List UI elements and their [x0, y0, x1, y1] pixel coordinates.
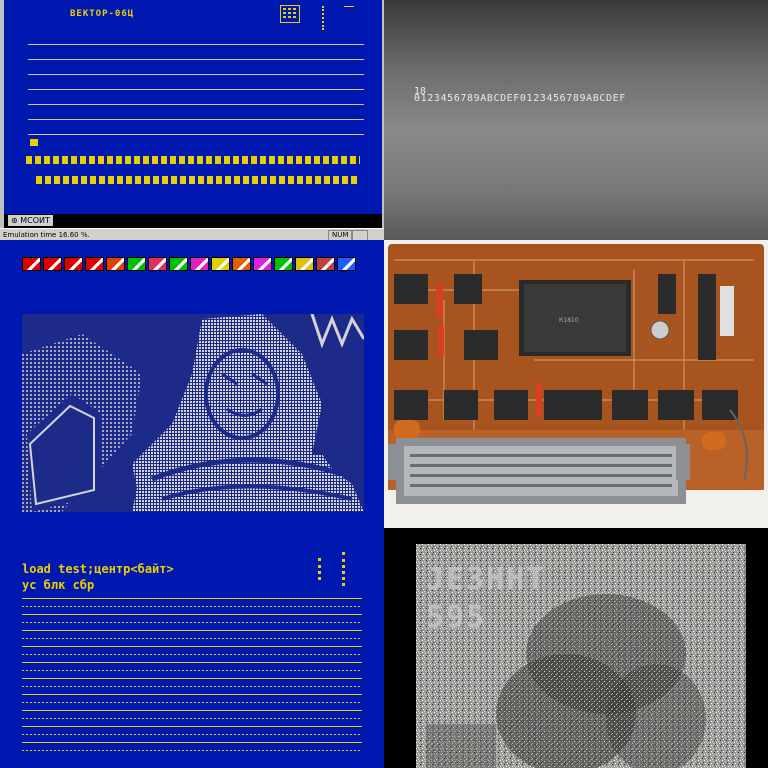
caption-number: 595 [426, 600, 487, 635]
status-pane [352, 230, 368, 240]
corner-mark [344, 6, 354, 7]
command-options: ус блк сбр [22, 578, 95, 592]
progress-bar [36, 176, 360, 184]
noisy-screen: JE3HHT 595 [384, 528, 768, 768]
paint-icon[interactable] [106, 257, 125, 271]
taskbar-logo[interactable]: ⊛ МСОИТ [8, 215, 53, 226]
emulator-screen: ВЕКТОР-06Ц [4, 0, 382, 214]
disk-icon[interactable] [316, 257, 335, 271]
ellipse-icon[interactable] [190, 257, 209, 271]
palette-icon[interactable] [148, 257, 167, 271]
blank-icon[interactable] [337, 257, 356, 271]
command-line: load test;центр<байт> [22, 562, 174, 576]
taskbar-logo-label: МСОИТ [20, 216, 50, 225]
crt-line-2: 0123456789ABCDEF0123456789ABCDEF [414, 93, 626, 104]
editor-canvas[interactable] [22, 314, 364, 512]
emulator-window: ВЕКТОР-06Ц ⊛ МСОИТ Emulation time 16.60 … [0, 0, 384, 240]
noisy-photo: JE3HHT 595 [416, 544, 746, 768]
side-indicator [342, 552, 351, 586]
ruled-lines [28, 44, 364, 149]
screen-icon[interactable] [43, 257, 62, 271]
text-terminal: load test;центр<байт> ус блк сбр [0, 528, 384, 768]
window-icon[interactable] [169, 257, 188, 271]
taskbar [4, 214, 382, 228]
ruled-lines [22, 598, 362, 758]
pcb-photo: К1810 [384, 240, 768, 528]
disc-icon: ⊛ [11, 216, 18, 225]
caption-top: JE3HHT [426, 562, 547, 597]
graphics-editor [0, 240, 384, 528]
crt-screen: 18 0123456789ABCDEF0123456789ABCDEF [384, 0, 768, 240]
text-cursor [30, 139, 38, 146]
xy-icon[interactable] [274, 257, 293, 271]
screen-icon[interactable] [85, 257, 104, 271]
side-indicator [318, 558, 327, 580]
status-bar: Emulation time 16.60 %. NUM [0, 228, 384, 240]
grid-icon [280, 5, 300, 23]
circuit-board-image: К1810 [388, 244, 764, 504]
screen-title: ВЕКТОР-06Ц [70, 9, 135, 19]
screen-icon[interactable] [64, 257, 83, 271]
side-indicator [322, 6, 332, 30]
num-lock-indicator: NUM [328, 230, 353, 240]
magnifier-icon[interactable] [211, 257, 230, 271]
pencil-icon[interactable] [127, 257, 146, 271]
ab-icon[interactable] [295, 257, 314, 271]
editor-toolbar [22, 257, 356, 273]
progress-bar [26, 156, 360, 164]
status-text: Emulation time 16.60 %. [3, 231, 90, 239]
brush-icon[interactable] [253, 257, 272, 271]
svg-text:К1810: К1810 [559, 317, 579, 324]
fill-icon[interactable] [232, 257, 251, 271]
screen-icon[interactable] [22, 257, 41, 271]
